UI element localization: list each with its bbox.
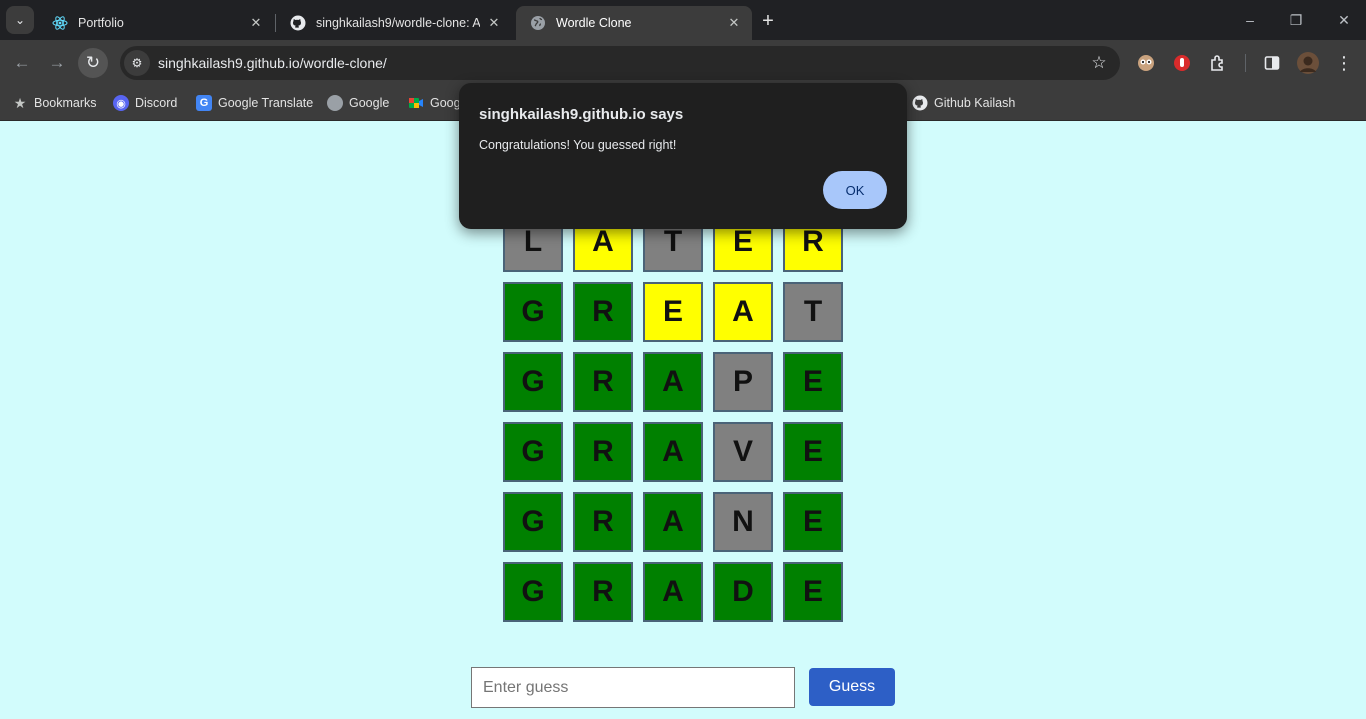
letter-tile: E (783, 352, 843, 412)
bookmark-label: Bookmarks (34, 96, 97, 110)
bookmark-discord[interactable]: ◉ Discord (113, 92, 177, 114)
guess-button[interactable]: Guess (809, 668, 895, 706)
restore-icon[interactable]: ❐ (1284, 8, 1308, 32)
bookmark-label: Goog (430, 96, 461, 110)
browser-tab-bar: ⌄ Portfolio ✕ singhkailash9/wordle-clone… (0, 0, 1366, 40)
bookmark-label: Discord (135, 96, 178, 110)
letter-tile: G (503, 282, 563, 342)
extension-hand-icon[interactable] (1171, 52, 1193, 74)
board-row: GREAT (503, 282, 853, 342)
bookmark-google-translate[interactable]: G Google Translate (196, 92, 313, 114)
guess-input[interactable] (471, 667, 795, 708)
forward-arrow-icon[interactable]: → (42, 48, 72, 78)
globe-icon (530, 15, 546, 31)
profile-avatar[interactable] (1297, 52, 1319, 74)
letter-tile: E (643, 282, 703, 342)
tab-search-chevron-icon[interactable]: ⌄ (6, 6, 34, 34)
new-tab-plus-icon[interactable]: + (756, 9, 780, 33)
letter-tile: E (783, 562, 843, 622)
site-settings-icon[interactable]: ⚙ (124, 50, 150, 76)
star-icon: ★ (13, 94, 27, 111)
bookmark-github-kailash[interactable]: Github Kailash (912, 92, 1015, 114)
address-bar[interactable]: ⚙ singhkailash9.github.io/wordle-clone/ … (120, 46, 1120, 80)
board-row: GRANE (503, 492, 853, 552)
tab-wordle-clone[interactable]: Wordle Clone ✕ (516, 6, 752, 40)
discord-icon: ◉ (113, 95, 129, 111)
react-icon (52, 15, 68, 31)
bookmark-bookmarks[interactable]: ★ Bookmarks (12, 92, 97, 114)
letter-tile: V (713, 422, 773, 482)
bookmark-label: Github Kailash (934, 96, 1016, 110)
tab-title: Portfolio (78, 16, 124, 30)
extension-owl-icon[interactable] (1135, 52, 1157, 74)
more-menu-icon[interactable]: ⋮ (1333, 52, 1355, 74)
letter-tile: D (713, 562, 773, 622)
minimize-icon[interactable]: – (1238, 8, 1262, 32)
bookmark-label: Google (349, 96, 390, 110)
board-row: GRAVE (503, 422, 853, 482)
tab-title: singhkailash9/wordle-clone: A w (316, 16, 480, 30)
tab-portfolio[interactable]: Portfolio ✕ (38, 6, 274, 40)
letter-tile: G (503, 492, 563, 552)
bookmark-star-icon[interactable]: ☆ (1084, 53, 1114, 73)
translate-icon: G (196, 95, 212, 111)
board-row: GRAPE (503, 352, 853, 412)
bookmark-google-meet[interactable]: Goog (408, 92, 461, 114)
letter-tile: A (643, 492, 703, 552)
letter-tile: G (503, 352, 563, 412)
bookmark-google[interactable]: Google (327, 92, 389, 114)
reload-icon[interactable]: ↻ (78, 48, 108, 78)
close-tab-icon[interactable]: ✕ (486, 15, 502, 31)
google-meet-icon (408, 95, 424, 111)
wordle-board: LATERGREATGRAPEGRAVEGRANEGRADE (503, 212, 853, 632)
bookmark-label: Google Translate (218, 96, 314, 110)
board-row: GRADE (503, 562, 853, 622)
globe-icon (327, 95, 343, 111)
letter-tile: R (573, 352, 633, 412)
extensions-puzzle-icon[interactable] (1207, 52, 1229, 74)
letter-tile: E (783, 422, 843, 482)
tab-title: Wordle Clone (556, 16, 632, 30)
letter-tile: G (503, 562, 563, 622)
close-tab-icon[interactable]: ✕ (248, 15, 264, 31)
side-panel-icon[interactable] (1261, 52, 1283, 74)
letter-tile: T (783, 282, 843, 342)
tab-github-repo[interactable]: singhkailash9/wordle-clone: A w ✕ (276, 6, 512, 40)
close-window-icon[interactable]: ✕ (1332, 8, 1356, 32)
letter-tile: E (783, 492, 843, 552)
dialog-title: singhkailash9.github.io says (479, 106, 684, 123)
letter-tile: R (573, 422, 633, 482)
letter-tile: P (713, 352, 773, 412)
letter-tile: A (643, 352, 703, 412)
dialog-message: Congratulations! You guessed right! (479, 138, 677, 152)
letter-tile: G (503, 422, 563, 482)
letter-tile: R (573, 492, 633, 552)
dialog-ok-button[interactable]: OK (823, 171, 887, 209)
letter-tile: N (713, 492, 773, 552)
url-text[interactable]: singhkailash9.github.io/wordle-clone/ (158, 55, 1084, 71)
github-icon (290, 15, 306, 31)
back-arrow-icon[interactable]: ← (7, 48, 37, 78)
toolbar-divider (1245, 54, 1246, 72)
close-tab-icon[interactable]: ✕ (726, 15, 742, 31)
browser-toolbar: ← → ↻ ⚙ singhkailash9.github.io/wordle-c… (0, 40, 1366, 86)
letter-tile: A (713, 282, 773, 342)
letter-tile: R (573, 562, 633, 622)
letter-tile: A (643, 422, 703, 482)
alert-dialog: singhkailash9.github.io says Congratulat… (459, 83, 907, 229)
github-icon (912, 95, 928, 111)
letter-tile: A (643, 562, 703, 622)
letter-tile: R (573, 282, 633, 342)
